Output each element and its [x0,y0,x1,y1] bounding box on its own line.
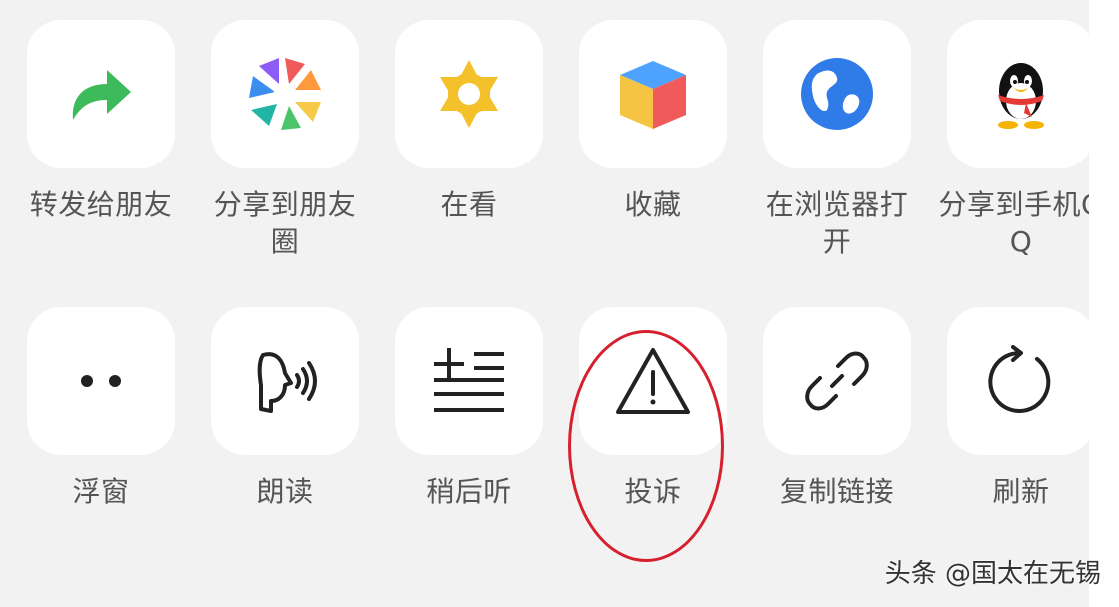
listen-later-icon [432,348,506,414]
favorites-cube-icon [616,57,690,131]
favorites-tile[interactable] [579,20,727,168]
moments-tile[interactable] [211,20,359,168]
forward-tile[interactable] [27,20,175,168]
share-option-label: 转发给朋友 [29,188,173,221]
warning-triangle-icon [614,346,692,416]
share-option-favorites[interactable]: 收藏 [568,20,738,223]
globe-icon [799,56,875,132]
action-copy-link[interactable]: 复制链接 [752,307,922,510]
browser-tile[interactable] [763,20,911,168]
share-option-label: 分享到手机QQ [938,188,1089,258]
action-read-aloud[interactable]: 朗读 [200,307,370,510]
action-label: 浮窗 [72,475,130,508]
action-report[interactable]: 投诉 [568,307,738,510]
report-tile[interactable] [579,307,727,455]
action-label: 稍后听 [426,475,512,508]
read-aloud-tile[interactable] [211,307,359,455]
copy-link-tile[interactable] [763,307,911,455]
action-label: 刷新 [992,475,1050,508]
qq-tile[interactable] [947,20,1089,168]
refresh-tile[interactable] [947,307,1089,455]
refresh-icon [985,345,1057,417]
share-option-label: 收藏 [624,188,682,221]
listen-later-tile[interactable] [395,307,543,455]
share-option-open-in-browser[interactable]: 在浏览器打开 [752,20,922,260]
page-edge-strip [1089,0,1119,607]
forward-arrow-icon [63,56,139,132]
read-aloud-icon [249,345,321,417]
float-window-tile[interactable] [27,307,175,455]
qq-penguin-icon [986,57,1056,131]
share-option-label: 在看 [440,188,498,221]
action-listen-later[interactable]: 稍后听 [384,307,554,510]
share-sheet-panel: 转发给朋友 分享到朋友圈 在看 收藏 在浏览器打开 分享到手机QQ 浮窗 朗读 … [0,0,1089,607]
share-option-forward-to-friend[interactable]: 转发给朋友 [16,20,186,223]
action-label: 投诉 [624,475,682,508]
action-label: 复制链接 [779,475,894,508]
share-option-qq[interactable]: 分享到手机QQ [936,20,1089,260]
action-label: 朗读 [256,475,314,508]
action-refresh[interactable]: 刷新 [936,307,1089,510]
watermark-text: 头条 @国太在无锡 [884,559,1101,589]
float-window-dots-icon [71,371,131,391]
share-option-moments[interactable]: 分享到朋友圈 [200,20,370,260]
share-option-wow[interactable]: 在看 [384,20,554,223]
link-icon [802,346,872,416]
action-float-window[interactable]: 浮窗 [16,307,186,510]
share-option-label: 在浏览器打开 [765,188,909,258]
wow-tile[interactable] [395,20,543,168]
share-option-label: 分享到朋友圈 [213,188,357,258]
wow-star-icon [434,59,504,129]
moments-shutter-icon [247,56,323,132]
